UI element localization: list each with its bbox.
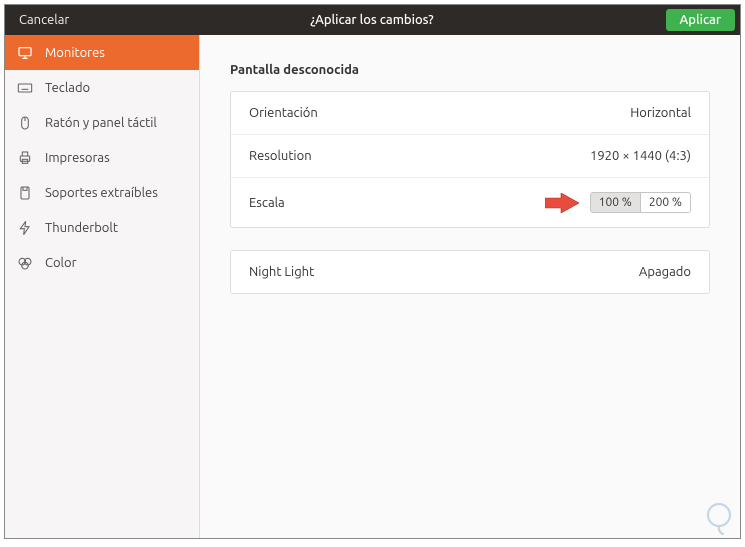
resolution-row[interactable]: Resolution 1920 × 1440 (4:3) bbox=[231, 134, 709, 177]
scale-option-200[interactable]: 200 % bbox=[640, 193, 690, 212]
sidebar-item-label: Monitores bbox=[45, 46, 105, 60]
sidebar-item-label: Thunderbolt bbox=[45, 221, 118, 235]
orientation-row[interactable]: Orientación Horizontal bbox=[231, 92, 709, 134]
window-body: Monitores Teclado Ratón y panel táctil I… bbox=[5, 35, 740, 538]
sidebar-item-label: Ratón y panel táctil bbox=[45, 116, 157, 130]
sidebar-item-keyboard[interactable]: Teclado bbox=[5, 70, 199, 105]
apply-button[interactable]: Aplicar bbox=[666, 9, 735, 31]
monitor-icon bbox=[17, 45, 33, 61]
sidebar-item-label: Soportes extraíbles bbox=[45, 186, 158, 200]
sidebar-item-thunderbolt[interactable]: Thunderbolt bbox=[5, 210, 199, 245]
nightlight-label: Night Light bbox=[249, 265, 314, 279]
resolution-label: Resolution bbox=[249, 149, 312, 163]
scale-label: Escala bbox=[249, 196, 285, 210]
sidebar-item-color[interactable]: Color bbox=[5, 245, 199, 280]
cancel-button[interactable]: Cancelar bbox=[5, 5, 83, 35]
section-title: Pantalla desconocida bbox=[230, 63, 710, 77]
sidebar-item-label: Color bbox=[45, 256, 77, 270]
sidebar-item-monitors[interactable]: Monitores bbox=[5, 35, 199, 70]
scale-row: Escala 100 % 200 % bbox=[231, 177, 709, 227]
mouse-icon bbox=[17, 115, 33, 131]
thunderbolt-icon bbox=[17, 220, 33, 236]
window-title: ¿Aplicar los cambios? bbox=[310, 13, 433, 27]
orientation-value: Horizontal bbox=[630, 106, 691, 120]
resolution-value: 1920 × 1440 (4:3) bbox=[590, 149, 691, 163]
nightlight-panel: Night Light Apagado bbox=[230, 250, 710, 294]
settings-window: Cancelar ¿Aplicar los cambios? Aplicar M… bbox=[4, 4, 741, 539]
display-settings-panel: Orientación Horizontal Resolution 1920 ×… bbox=[230, 91, 710, 228]
content-area: Pantalla desconocida Orientación Horizon… bbox=[200, 35, 740, 538]
sidebar-item-label: Impresoras bbox=[45, 151, 110, 165]
removable-media-icon bbox=[17, 185, 33, 201]
annotation-arrow-icon bbox=[545, 193, 579, 213]
sidebar-item-mouse[interactable]: Ratón y panel táctil bbox=[5, 105, 199, 140]
nightlight-row[interactable]: Night Light Apagado bbox=[231, 251, 709, 293]
titlebar: Cancelar ¿Aplicar los cambios? Aplicar bbox=[5, 5, 740, 35]
sidebar: Monitores Teclado Ratón y panel táctil I… bbox=[5, 35, 200, 538]
sidebar-item-label: Teclado bbox=[45, 81, 90, 95]
orientation-label: Orientación bbox=[249, 106, 318, 120]
keyboard-icon bbox=[17, 80, 33, 96]
scale-option-100[interactable]: 100 % bbox=[591, 193, 640, 212]
sidebar-item-printers[interactable]: Impresoras bbox=[5, 140, 199, 175]
sidebar-item-removable[interactable]: Soportes extraíbles bbox=[5, 175, 199, 210]
printer-icon bbox=[17, 150, 33, 166]
color-icon bbox=[17, 255, 33, 271]
nightlight-value: Apagado bbox=[639, 265, 691, 279]
scale-toggle: 100 % 200 % bbox=[590, 192, 691, 213]
watermark-icon bbox=[701, 501, 737, 541]
